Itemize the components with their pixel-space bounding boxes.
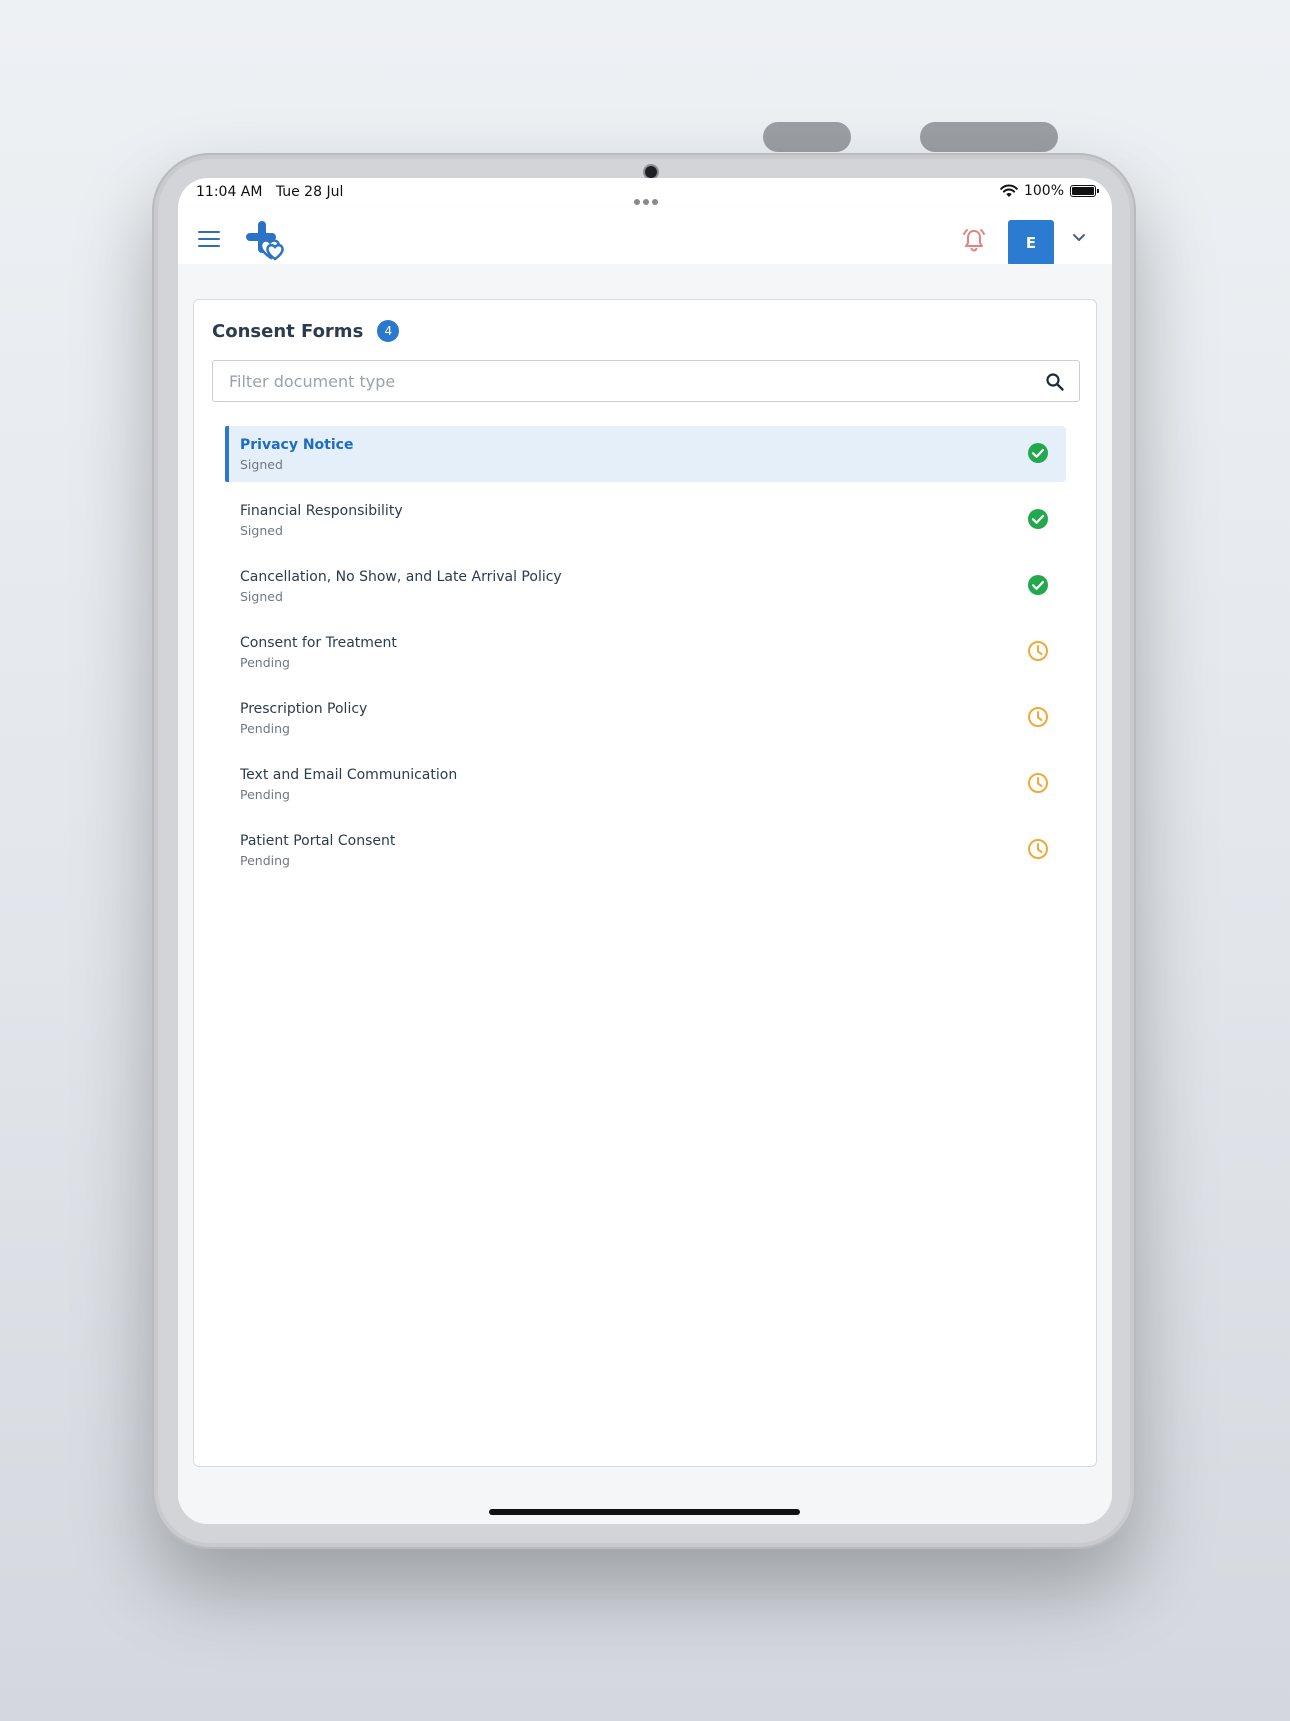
consent-forms-heading: Consent Forms 4: [212, 320, 400, 342]
wifi-icon: [1000, 184, 1018, 197]
clock-icon: [1028, 773, 1048, 793]
item-status: Pending: [240, 655, 290, 670]
app-header: E: [178, 208, 1112, 266]
hamburger-menu-icon[interactable]: [198, 231, 220, 248]
check-circle-icon: [1028, 575, 1048, 595]
count-badge: 4: [377, 320, 400, 342]
clock-icon: [1028, 641, 1048, 661]
item-title: Prescription Policy: [240, 701, 368, 717]
status-time: 11:04 AM Tue 28 Jul: [196, 184, 343, 200]
list-item-text-email-communication[interactable]: Text and Email Communication Pending: [225, 756, 1066, 812]
item-status: Signed: [240, 457, 283, 472]
chevron-down-icon[interactable]: [1071, 232, 1087, 244]
filter-document-input[interactable]: [227, 371, 1011, 392]
search-icon[interactable]: [1045, 372, 1065, 392]
item-title: Text and Email Communication: [240, 767, 458, 783]
list-item-patient-portal-consent[interactable]: Patient Portal Consent Pending: [225, 822, 1066, 878]
status-clock: 11:04 AM: [196, 184, 263, 200]
consent-form-list: Privacy Notice Signed Financial Responsi…: [225, 426, 1066, 888]
tablet-screen: 11:04 AM Tue 28 Jul 100% E Consent Forms…: [178, 178, 1112, 1524]
user-avatar-button[interactable]: E: [1008, 220, 1054, 266]
camera-icon: [645, 166, 657, 178]
list-item-privacy-notice[interactable]: Privacy Notice Signed: [225, 426, 1066, 482]
home-indicator[interactable]: [489, 1509, 800, 1515]
item-status: Signed: [240, 523, 283, 538]
check-circle-icon: [1028, 443, 1048, 463]
battery-percentage: 100%: [1023, 183, 1064, 199]
page-title: Consent Forms: [212, 320, 364, 342]
clock-icon: [1028, 839, 1048, 859]
list-item-prescription-policy[interactable]: Prescription Policy Pending: [225, 690, 1066, 746]
item-status: Pending: [240, 853, 290, 868]
list-item-financial-responsibility[interactable]: Financial Responsibility Signed: [225, 492, 1066, 548]
check-circle-icon: [1028, 509, 1048, 529]
item-title: Privacy Notice: [240, 437, 354, 453]
device-power-button: [920, 122, 1058, 152]
consent-forms-card: Consent Forms 4 Privacy Notice Signed Fi…: [193, 299, 1097, 1467]
item-status: Signed: [240, 589, 283, 604]
multitask-dots-icon[interactable]: [632, 190, 659, 209]
item-title: Cancellation, No Show, and Late Arrival …: [240, 569, 562, 585]
status-indicators: 100%: [1000, 183, 1099, 199]
item-title: Patient Portal Consent: [240, 833, 396, 849]
search-field[interactable]: [212, 360, 1080, 402]
clock-icon: [1028, 707, 1048, 727]
list-item-cancellation-policy[interactable]: Cancellation, No Show, and Late Arrival …: [225, 558, 1066, 614]
device-volume-button: [763, 122, 851, 152]
status-date: Tue 28 Jul: [275, 184, 344, 200]
status-bar: 11:04 AM Tue 28 Jul 100%: [178, 178, 1112, 208]
cross-heart-logo[interactable]: [244, 219, 286, 261]
item-title: Financial Responsibility: [240, 503, 403, 519]
list-item-consent-for-treatment[interactable]: Consent for Treatment Pending: [225, 624, 1066, 680]
item-title: Consent for Treatment: [240, 635, 397, 651]
item-status: Pending: [240, 721, 290, 736]
alarm-bell-icon[interactable]: [961, 226, 987, 254]
item-status: Pending: [240, 787, 290, 802]
battery-icon: [1070, 185, 1099, 197]
